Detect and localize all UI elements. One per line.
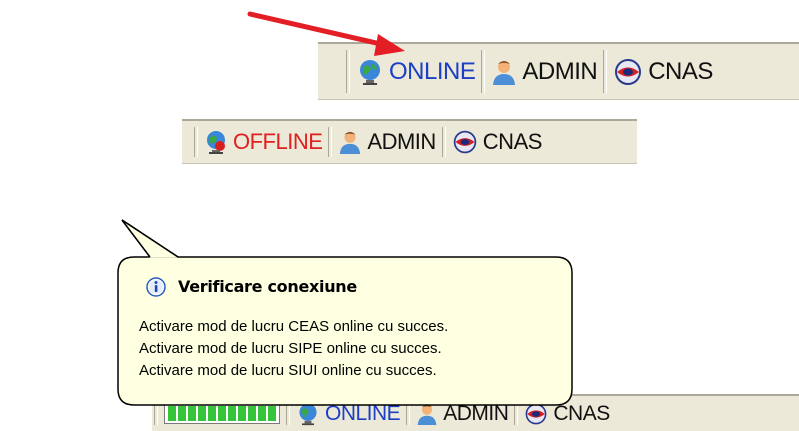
balloon-title: Verificare conexiune xyxy=(178,277,357,296)
balloon-line: Activare mod de lucru CEAS online cu suc… xyxy=(139,318,449,335)
balloon-line: Activare mod de lucru SIPE online cu suc… xyxy=(139,340,442,357)
info-icon xyxy=(146,277,166,297)
balloon-line: Activare mod de lucru SIUI online cu suc… xyxy=(139,362,437,379)
